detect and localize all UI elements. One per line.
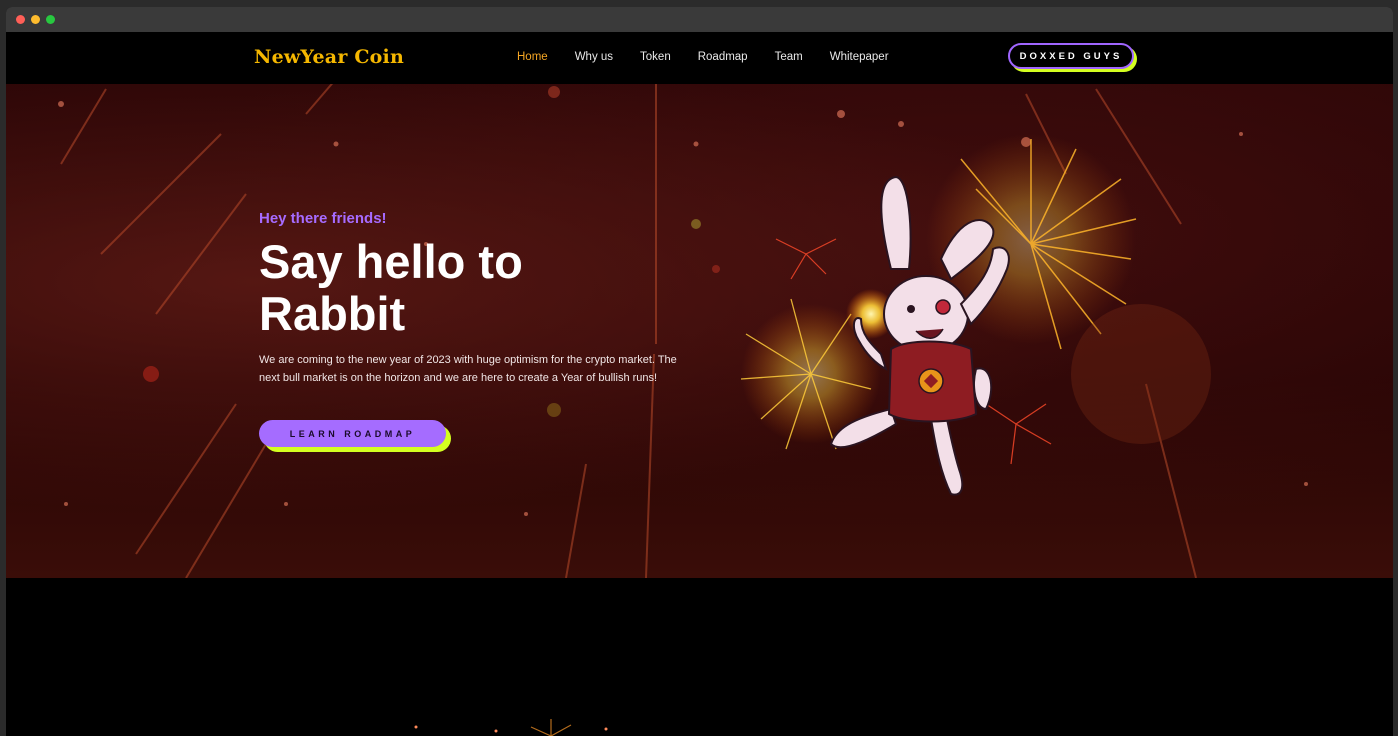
nav-link-home[interactable]: Home [517,51,548,63]
maximize-window-button[interactable] [46,15,55,24]
rabbit-mascot-illustration [740,134,1211,496]
hero-eyebrow: Hey there friends! [259,210,387,227]
doxxed-guys-button[interactable]: DOXXED GUYS [1008,43,1134,69]
site-navbar: NewYear Coin Home Why us Token Roadmap T… [6,32,1393,84]
window-titlebar [6,7,1393,32]
browser-window: NewYear Coin Home Why us Token Roadmap T… [6,7,1393,736]
nav-link-why-us[interactable]: Why us [575,51,613,63]
bottom-firework-glimpse [414,719,608,736]
site-logo[interactable]: NewYear Coin [254,46,404,68]
nav-link-whitepaper[interactable]: Whitepaper [830,51,889,63]
learn-roadmap-button[interactable]: LEARN ROADMAP [259,420,446,447]
main-nav: Home Why us Token Roadmap Team Whitepape… [517,51,916,63]
hero-section: Hey there friends! Say hello to Rabbit W… [6,84,1393,578]
nav-link-team[interactable]: Team [775,51,803,63]
hero-headline: Say hello to Rabbit [259,235,523,340]
hero-description: We are coming to the new year of 2023 wi… [259,354,677,384]
close-window-button[interactable] [16,15,25,24]
minimize-window-button[interactable] [31,15,40,24]
nav-link-roadmap[interactable]: Roadmap [698,51,748,63]
nav-link-token[interactable]: Token [640,51,671,63]
